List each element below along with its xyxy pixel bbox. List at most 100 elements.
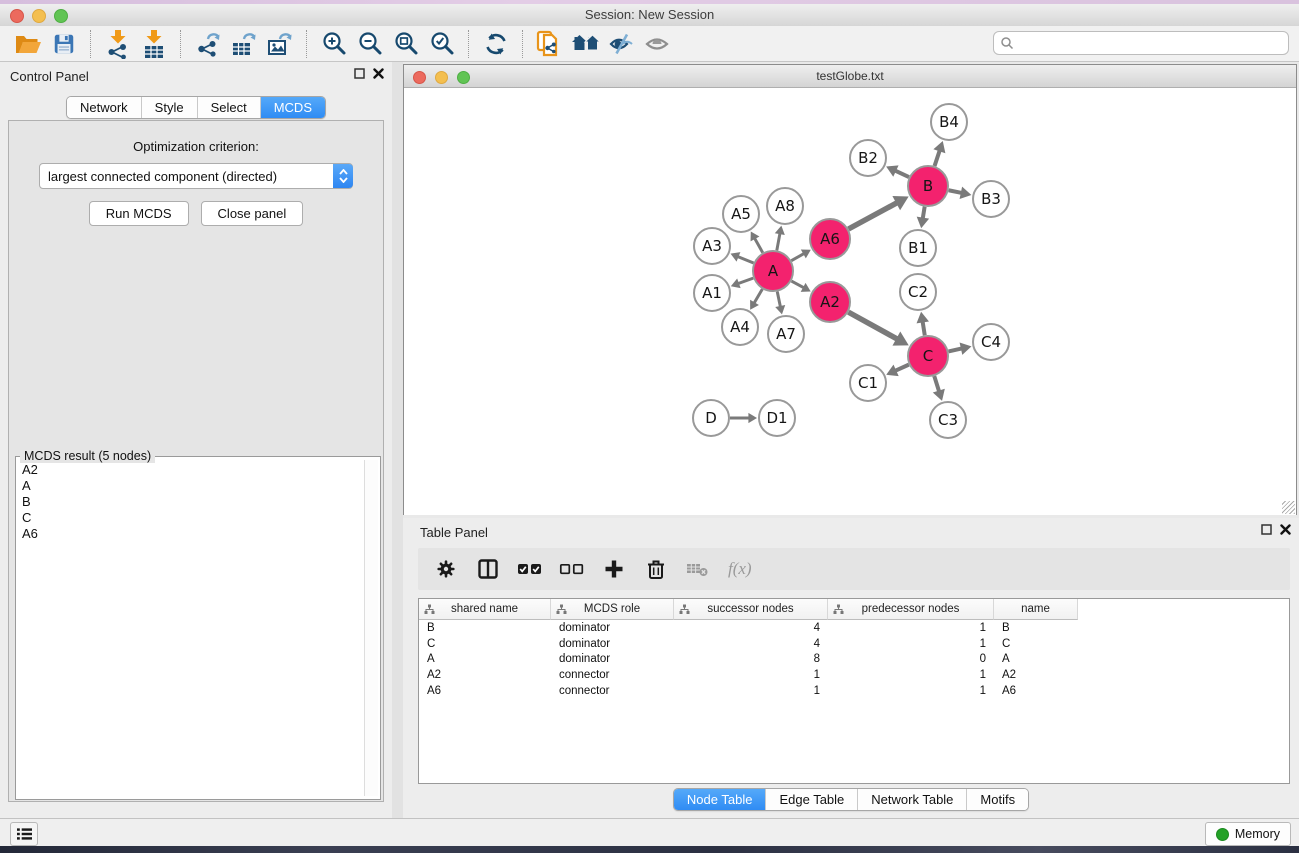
save-session-icon[interactable]: [46, 28, 82, 60]
close-panel-button[interactable]: Close panel: [201, 201, 304, 226]
table-row[interactable]: Cdominator41C: [419, 636, 1289, 652]
close-panel-icon[interactable]: [373, 68, 384, 79]
edge-A6-B[interactable]: [848, 203, 897, 229]
search-input[interactable]: [1014, 35, 1288, 51]
mcds-result-item[interactable]: A: [18, 478, 363, 494]
float-panel-icon[interactable]: [1261, 524, 1272, 535]
edge-C-C4[interactable]: [948, 348, 961, 351]
table-cell[interactable]: B: [419, 622, 551, 634]
table-cell[interactable]: 1: [828, 638, 994, 650]
table-cell[interactable]: 1: [674, 669, 828, 681]
edge-C-C2[interactable]: [923, 321, 925, 335]
edge-A-A3[interactable]: [738, 256, 754, 263]
table-cell[interactable]: 0: [828, 653, 994, 665]
select-stepper[interactable]: [333, 164, 353, 188]
table-tab-network-table[interactable]: Network Table: [857, 789, 966, 810]
mcds-result-item[interactable]: A6: [18, 526, 363, 542]
edge-A-A8[interactable]: [777, 233, 780, 250]
table-cell[interactable]: A: [419, 653, 551, 665]
graph-node-B4[interactable]: B4: [931, 104, 967, 140]
table-cell[interactable]: dominator: [551, 638, 674, 650]
criterion-select[interactable]: largest connected component (directed): [39, 163, 353, 189]
table-tab-node-table[interactable]: Node Table: [674, 789, 766, 810]
edge-A-A1[interactable]: [738, 278, 753, 284]
edge-A-A6[interactable]: [791, 253, 804, 260]
show-column-icon[interactable]: [474, 555, 502, 583]
control-tab-select[interactable]: Select: [197, 97, 260, 118]
table-tab-edge-table[interactable]: Edge Table: [765, 789, 857, 810]
edge-B-B1[interactable]: [923, 207, 925, 219]
select-all-icon[interactable]: [516, 555, 544, 583]
resize-grip[interactable]: [1282, 501, 1295, 514]
close-panel-icon[interactable]: [1280, 524, 1291, 535]
table-cell[interactable]: A6: [419, 685, 551, 697]
column-header-successor-nodes[interactable]: successor nodes: [674, 599, 828, 620]
table-cell[interactable]: 8: [674, 653, 828, 665]
graph-node-C1[interactable]: C1: [850, 365, 886, 401]
edge-A-A5[interactable]: [755, 238, 763, 253]
run-mcds-button[interactable]: Run MCDS: [89, 201, 189, 226]
edge-B-B3[interactable]: [949, 190, 962, 193]
graph-node-B[interactable]: B: [908, 166, 948, 206]
edge-A-A7[interactable]: [777, 292, 780, 307]
zoom-in-icon[interactable]: [316, 28, 352, 60]
edge-C-C1[interactable]: [895, 365, 909, 371]
table-cell[interactable]: A: [994, 653, 1078, 665]
table-cell[interactable]: connector: [551, 685, 674, 697]
mcds-result-item[interactable]: B: [18, 494, 363, 510]
mcds-result-list[interactable]: A2ABCA6: [18, 462, 363, 797]
table-cell[interactable]: B: [994, 622, 1078, 634]
zoom-selected-icon[interactable]: [424, 28, 460, 60]
table-tab-motifs[interactable]: Motifs: [966, 789, 1028, 810]
graph-node-A5[interactable]: A5: [723, 196, 759, 232]
table-settings-gear-icon[interactable]: [432, 555, 460, 583]
edge-A-A4[interactable]: [754, 289, 762, 303]
graph-node-B2[interactable]: B2: [850, 140, 886, 176]
table-cell[interactable]: dominator: [551, 622, 674, 634]
edge-C-C3[interactable]: [934, 376, 939, 392]
table-cell[interactable]: C: [419, 638, 551, 650]
graph-node-A1[interactable]: A1: [694, 275, 730, 311]
table-row[interactable]: Bdominator41B: [419, 620, 1289, 636]
table-cell[interactable]: C: [994, 638, 1078, 650]
table-cell[interactable]: 1: [828, 669, 994, 681]
graph-node-A[interactable]: A: [753, 251, 793, 291]
column-header-mcds-role[interactable]: MCDS role: [551, 599, 674, 620]
search-field[interactable]: [993, 31, 1289, 55]
delete-column-trash-icon[interactable]: [642, 555, 670, 583]
column-header-shared-name[interactable]: shared name: [419, 599, 551, 620]
export-network-icon[interactable]: [190, 28, 226, 60]
graph-node-B1[interactable]: B1: [900, 230, 936, 266]
table-cell[interactable]: A2: [419, 669, 551, 681]
table-cell[interactable]: 4: [674, 622, 828, 634]
column-header-predecessor-nodes[interactable]: predecessor nodes: [828, 599, 994, 620]
open-session-icon[interactable]: [10, 28, 46, 60]
graph-node-B3[interactable]: B3: [973, 181, 1009, 217]
graph-node-A2[interactable]: A2: [810, 282, 850, 322]
network-canvas[interactable]: AA1A2A3A4A5A6A7A8BB1B2B3B4CC1C2C3C4DD1: [404, 88, 1296, 515]
table-cell[interactable]: dominator: [551, 653, 674, 665]
graph-node-C[interactable]: C: [908, 336, 948, 376]
export-table-icon[interactable]: [226, 28, 262, 60]
home-icon[interactable]: [568, 28, 604, 60]
duplicate-network-icon[interactable]: [532, 28, 568, 60]
graph-node-C4[interactable]: C4: [973, 324, 1009, 360]
result-scrollbar[interactable]: [364, 460, 378, 796]
refresh-layout-icon[interactable]: [478, 28, 514, 60]
table-row[interactable]: Adominator80A: [419, 651, 1289, 667]
table-cell[interactable]: connector: [551, 669, 674, 681]
graph-node-D1[interactable]: D1: [759, 400, 795, 436]
table-row[interactable]: A2connector11A2: [419, 667, 1289, 683]
zoom-out-icon[interactable]: [352, 28, 388, 60]
add-column-icon[interactable]: [600, 555, 628, 583]
table-cell[interactable]: A2: [994, 669, 1078, 681]
network-window-titlebar[interactable]: testGlobe.txt: [404, 65, 1296, 88]
import-table-icon[interactable]: [136, 28, 172, 60]
deselect-all-icon[interactable]: [558, 555, 586, 583]
table-cell[interactable]: 1: [674, 685, 828, 697]
export-image-icon[interactable]: [262, 28, 298, 60]
control-tab-style[interactable]: Style: [141, 97, 197, 118]
import-network-icon[interactable]: [100, 28, 136, 60]
table-cell[interactable]: 1: [828, 685, 994, 697]
control-tab-mcds[interactable]: MCDS: [260, 97, 325, 118]
